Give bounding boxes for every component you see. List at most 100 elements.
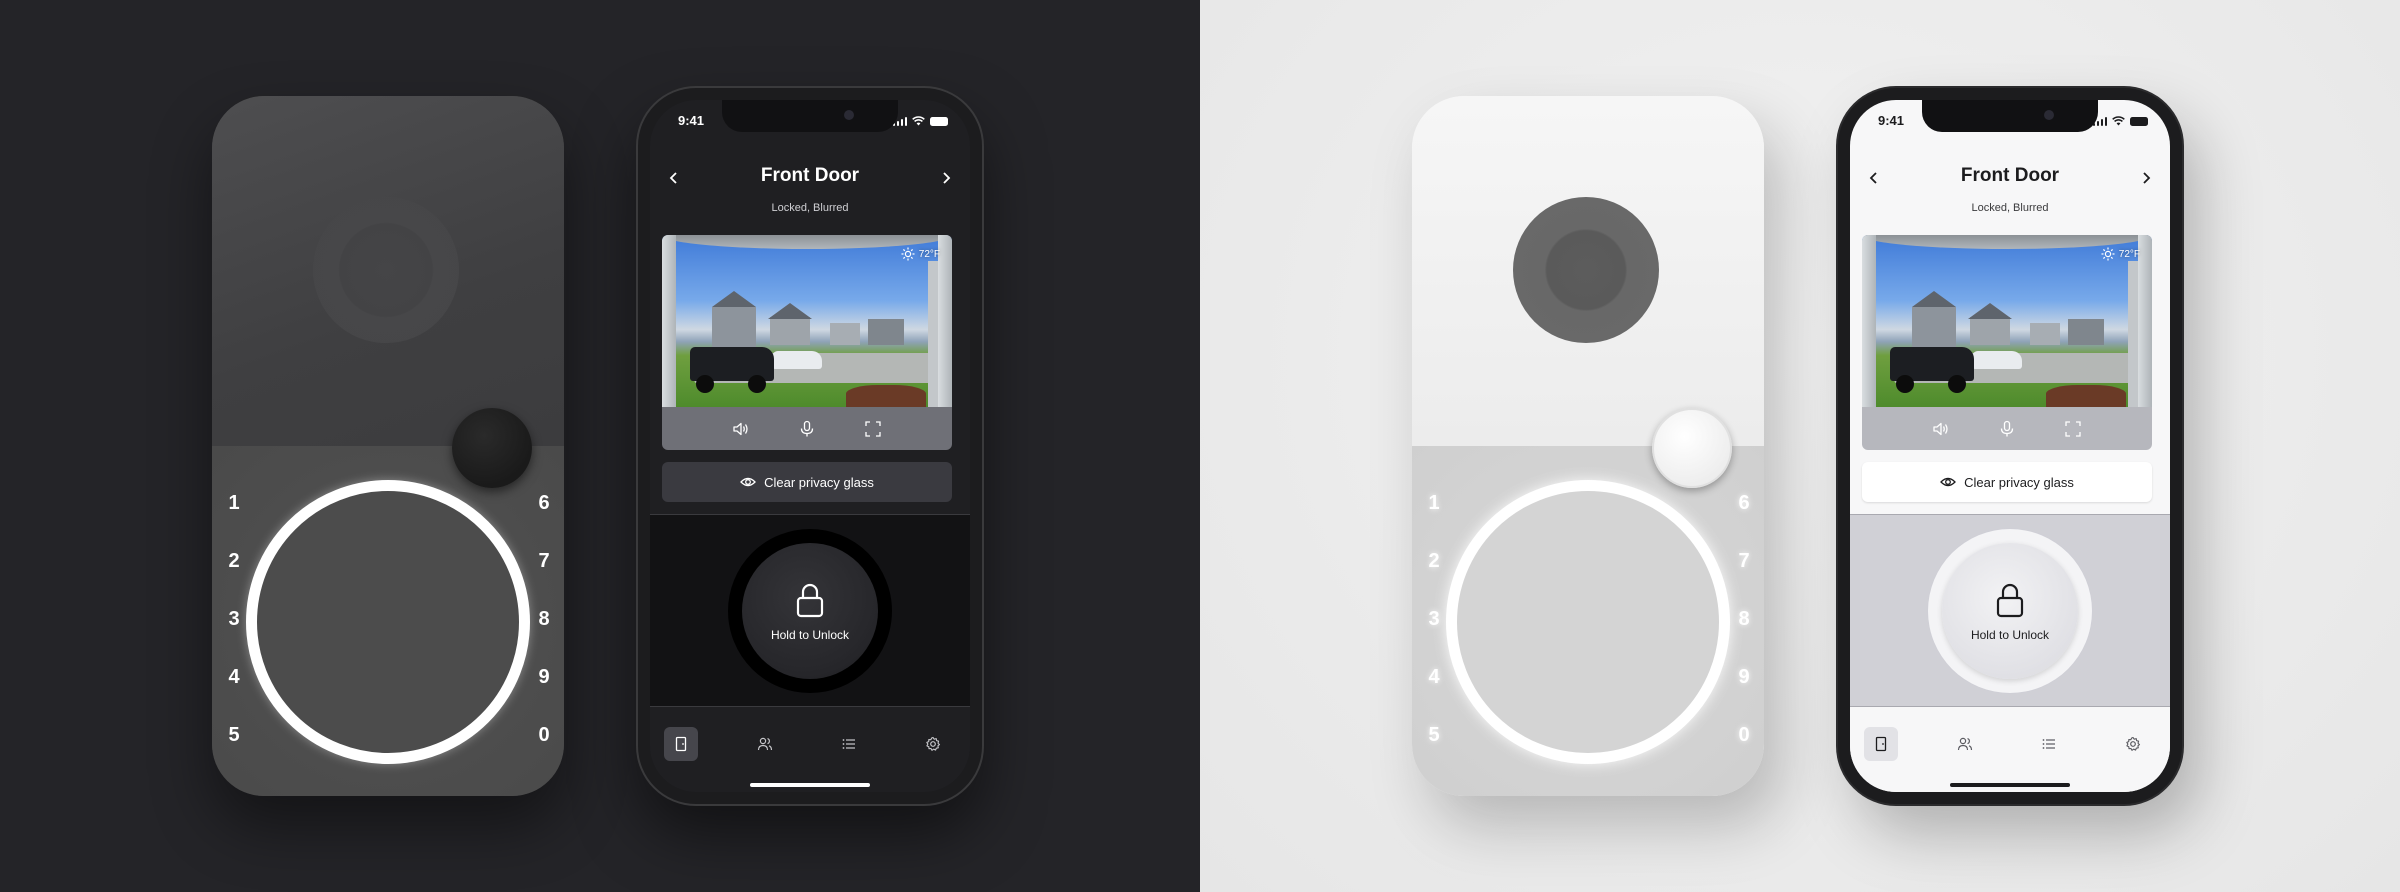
wifi-icon bbox=[912, 116, 925, 126]
eye-icon bbox=[1940, 477, 1956, 487]
keypad-key[interactable]: 6 bbox=[532, 492, 556, 515]
keypad-key[interactable]: 9 bbox=[1732, 666, 1756, 689]
tab-door[interactable] bbox=[664, 727, 698, 761]
lock-doorbell-button[interactable] bbox=[1652, 408, 1732, 488]
keypad-key[interactable]: 1 bbox=[222, 492, 246, 515]
door-icon bbox=[1875, 736, 1887, 752]
padlock-icon bbox=[796, 583, 824, 618]
tab-door[interactable] bbox=[1864, 727, 1898, 761]
smart-lock-device: 1 2 3 4 5 6 7 8 9 0 bbox=[212, 96, 564, 796]
people-icon bbox=[757, 737, 773, 751]
keypad-key[interactable]: 2 bbox=[222, 550, 246, 573]
tab-settings[interactable] bbox=[2116, 727, 2150, 761]
speaker-button[interactable] bbox=[1929, 417, 1953, 441]
home-indicator bbox=[1950, 783, 2070, 787]
microphone-icon bbox=[2000, 420, 2014, 436]
eye-icon bbox=[740, 477, 756, 487]
keypad-key[interactable]: 0 bbox=[1732, 724, 1756, 747]
tab-bar bbox=[650, 707, 970, 792]
list-icon bbox=[842, 739, 855, 749]
phone-screen: 9:41 Front Door Locked, Blurred 72°F Cle… bbox=[650, 100, 970, 792]
keypad-key[interactable]: 3 bbox=[1422, 608, 1446, 631]
keypad-key[interactable]: 7 bbox=[532, 550, 556, 573]
keypad-ring[interactable] bbox=[1446, 480, 1730, 764]
keypad-key[interactable]: 5 bbox=[1422, 724, 1446, 747]
wifi-icon bbox=[2112, 116, 2125, 126]
home-indicator bbox=[750, 783, 870, 787]
fullscreen-button[interactable] bbox=[2061, 417, 2085, 441]
light-theme-showcase: 1 2 3 4 5 6 7 8 9 0 9:41 Front Door Lock… bbox=[1200, 0, 2400, 892]
microphone-button[interactable] bbox=[795, 417, 819, 441]
status-time: 9:41 bbox=[1878, 113, 1905, 128]
tab-settings[interactable] bbox=[916, 727, 950, 761]
weather-temperature: 72°F bbox=[2118, 248, 2140, 260]
lock-control-panel: Hold to Unlock bbox=[650, 514, 970, 707]
battery-icon bbox=[930, 116, 948, 126]
hold-to-unlock-button[interactable]: Hold to Unlock bbox=[728, 529, 892, 693]
keypad-key[interactable]: 9 bbox=[532, 666, 556, 689]
list-icon bbox=[2042, 739, 2055, 749]
sun-icon bbox=[2101, 247, 2115, 261]
tab-activity-list[interactable] bbox=[832, 727, 866, 761]
nav-header: Front Door bbox=[650, 160, 970, 200]
keypad-key[interactable]: 3 bbox=[222, 608, 246, 631]
lock-doorbell-button[interactable] bbox=[452, 408, 532, 488]
speaker-button[interactable] bbox=[729, 417, 753, 441]
fullscreen-button[interactable] bbox=[861, 417, 885, 441]
dark-theme-showcase: 1 2 3 4 5 6 7 8 9 0 9:41 Front Door Lock… bbox=[0, 0, 1200, 892]
keypad-key[interactable]: 1 bbox=[1422, 492, 1446, 515]
status-time: 9:41 bbox=[678, 113, 705, 128]
camera-controls bbox=[1862, 407, 2152, 450]
tab-people[interactable] bbox=[748, 727, 782, 761]
keypad-key[interactable]: 8 bbox=[1732, 608, 1756, 631]
gear-icon bbox=[2126, 736, 2141, 751]
phone-screen: 9:41 Front Door Locked, Blurred 72°F Cle… bbox=[1850, 100, 2170, 792]
keypad-key[interactable]: 6 bbox=[1732, 492, 1756, 515]
keypad-key[interactable]: 8 bbox=[532, 608, 556, 631]
page-title: Front Door bbox=[760, 165, 860, 186]
lock-control-panel: Hold to Unlock bbox=[1850, 514, 2170, 707]
fullscreen-icon bbox=[2065, 420, 2081, 437]
next-door-button[interactable] bbox=[2136, 168, 2156, 188]
tab-people[interactable] bbox=[1948, 727, 1982, 761]
keypad-key[interactable]: 7 bbox=[1732, 550, 1756, 573]
lock-top-panel bbox=[212, 96, 564, 446]
weather-readout: 72°F bbox=[901, 247, 940, 261]
people-icon bbox=[1957, 737, 1973, 751]
microphone-icon bbox=[800, 420, 814, 436]
unlock-label: Hold to Unlock bbox=[1970, 628, 2050, 642]
unlock-label: Hold to Unlock bbox=[770, 628, 850, 642]
keypad-key[interactable]: 0 bbox=[532, 724, 556, 747]
tab-activity-list[interactable] bbox=[2032, 727, 2066, 761]
hold-to-unlock-button[interactable]: Hold to Unlock bbox=[1928, 529, 2092, 693]
phone-frame: 9:41 Front Door Locked, Blurred 72°F Cle… bbox=[638, 88, 982, 804]
lock-status-text: Locked, Blurred bbox=[1971, 202, 2049, 214]
clear-privacy-glass-button[interactable]: Clear privacy glass bbox=[662, 462, 952, 502]
microphone-button[interactable] bbox=[1995, 417, 2019, 441]
keypad-key[interactable]: 2 bbox=[1422, 550, 1446, 573]
camera-feed-card[interactable]: 72°F bbox=[1862, 235, 2152, 450]
sun-icon bbox=[901, 247, 915, 261]
tab-bar bbox=[1850, 707, 2170, 792]
keypad-key[interactable]: 5 bbox=[222, 724, 246, 747]
keypad-ring[interactable] bbox=[246, 480, 530, 764]
camera-controls bbox=[662, 407, 952, 450]
lock-camera-lens bbox=[1513, 197, 1659, 343]
weather-temperature: 72°F bbox=[918, 248, 940, 260]
phone-notch bbox=[1922, 100, 2098, 132]
keypad-key[interactable]: 4 bbox=[222, 666, 246, 689]
privacy-button-label: Clear privacy glass bbox=[1964, 474, 2074, 490]
page-title: Front Door bbox=[1960, 165, 2060, 186]
door-icon bbox=[675, 736, 687, 752]
clear-privacy-glass-button[interactable]: Clear privacy glass bbox=[1862, 462, 2152, 502]
speaker-icon bbox=[733, 422, 748, 435]
camera-feed-card[interactable]: 72°F bbox=[662, 235, 952, 450]
lock-top-panel bbox=[1412, 96, 1764, 446]
keypad-key[interactable]: 4 bbox=[1422, 666, 1446, 689]
chevron-right-icon bbox=[943, 172, 951, 184]
lock-camera-lens bbox=[313, 197, 459, 343]
phone-frame: 9:41 Front Door Locked, Blurred 72°F Cle… bbox=[1838, 88, 2182, 804]
fullscreen-icon bbox=[865, 420, 881, 437]
next-door-button[interactable] bbox=[936, 168, 956, 188]
gear-icon bbox=[926, 736, 941, 751]
